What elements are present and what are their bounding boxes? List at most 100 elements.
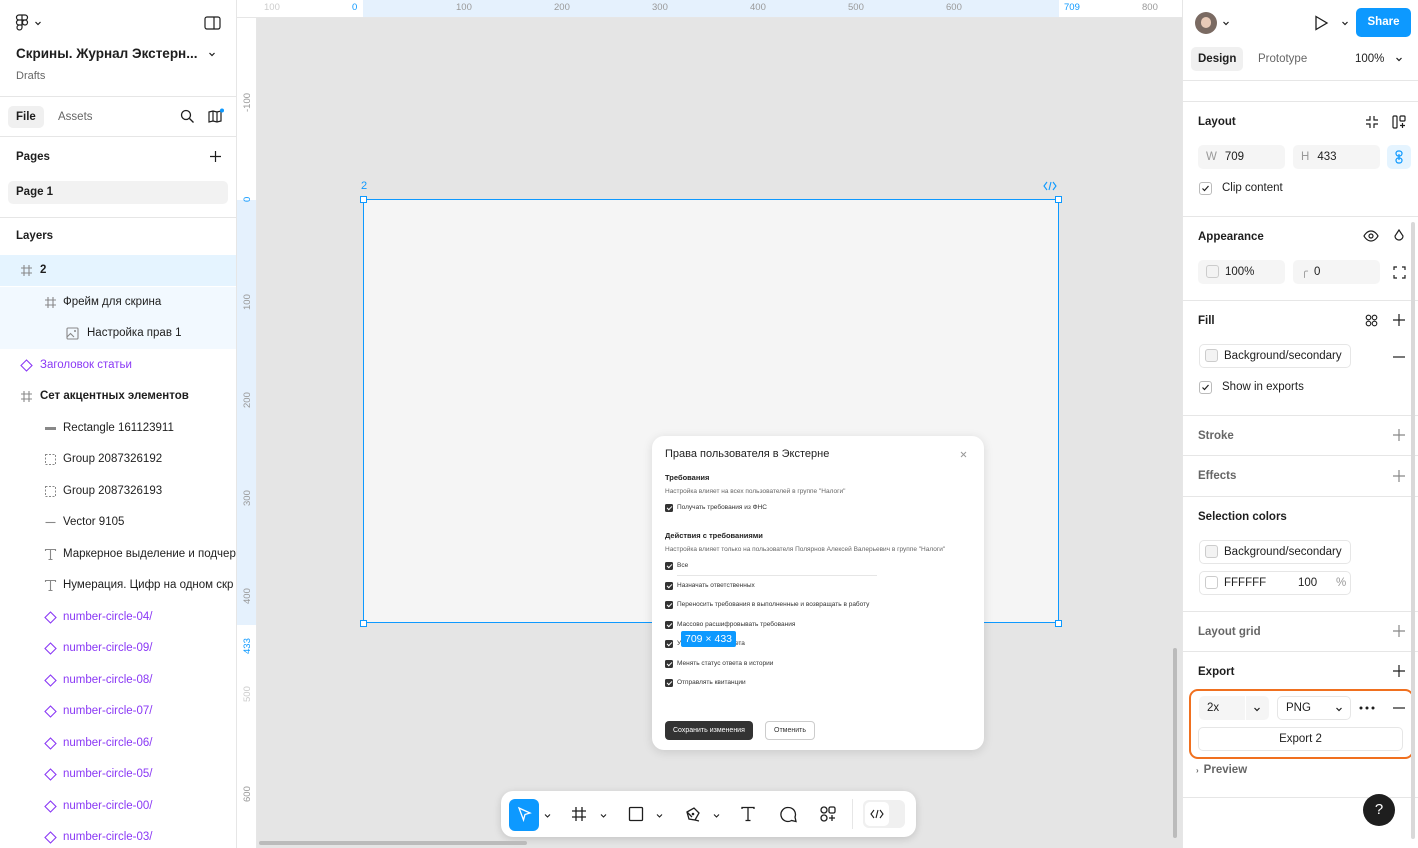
frame-tool-icon[interactable]	[571, 806, 587, 822]
zoom-level[interactable]: 100%	[1355, 47, 1384, 71]
fill-style-field[interactable]: Background/secondary	[1199, 344, 1351, 368]
layer-row[interactable]: Фрейм для скрина	[0, 286, 236, 318]
tab-file[interactable]: File	[8, 106, 44, 128]
tab-prototype[interactable]: Prototype	[1258, 47, 1307, 71]
close-icon[interactable]	[960, 451, 967, 458]
preview-toggle[interactable]: › Preview	[1196, 764, 1247, 776]
vertical-scrollbar[interactable]	[1173, 648, 1177, 838]
chevron-down-icon[interactable]	[713, 813, 720, 819]
checkbox[interactable]	[665, 640, 673, 648]
remove-fill-icon[interactable]	[1393, 356, 1405, 358]
checkbox[interactable]	[665, 562, 673, 570]
layer-row[interactable]: number-circle-05/	[0, 759, 236, 790]
remove-export-icon[interactable]	[1393, 707, 1405, 709]
checkbox[interactable]	[665, 601, 673, 609]
resize-handle[interactable]	[360, 620, 367, 627]
add-page-icon[interactable]	[209, 150, 222, 163]
checkbox[interactable]	[665, 620, 673, 629]
comment-tool-icon[interactable]	[780, 806, 797, 823]
avatar[interactable]	[1195, 12, 1217, 34]
layer-row[interactable]: Vector 9105	[0, 507, 236, 538]
canvas[interactable]: 2 Права пользователя в Экстерне Требован…	[257, 18, 1182, 848]
dialog-screenshot[interactable]: Права пользователя в Экстерне Требования…	[652, 436, 984, 750]
share-button[interactable]: Share	[1356, 8, 1411, 37]
more-options-icon[interactable]	[1359, 706, 1375, 710]
chevron-down-icon[interactable]	[1253, 705, 1261, 713]
layer-row[interactable]: Сет акцентных элементов	[0, 381, 236, 412]
layer-row[interactable]: Rectangle 161123911	[0, 413, 236, 444]
show-in-exports-checkbox[interactable]	[1199, 381, 1212, 394]
checkbox[interactable]	[665, 581, 673, 590]
checkbox[interactable]	[665, 659, 673, 668]
horizontal-scrollbar[interactable]	[259, 841, 527, 845]
chevron-down-icon[interactable]	[544, 813, 551, 819]
add-stroke-icon[interactable]	[1393, 429, 1405, 441]
checkbox[interactable]	[665, 504, 673, 512]
tab-design[interactable]: Design	[1191, 47, 1244, 71]
layer-row[interactable]: 2	[0, 255, 236, 286]
layer-row[interactable]: number-circle-00/	[0, 791, 236, 822]
main-menu-button[interactable]	[14, 14, 42, 32]
layer-row[interactable]: Group 2087326192	[0, 444, 236, 475]
chevron-down-icon[interactable]	[208, 50, 216, 58]
resize-handle[interactable]	[1055, 620, 1062, 627]
panel-scrollbar[interactable]	[1411, 222, 1415, 839]
tab-assets[interactable]: Assets	[50, 106, 101, 128]
layer-row[interactable]: number-circle-07/	[0, 696, 236, 727]
layer-row[interactable]: number-circle-09/	[0, 633, 236, 664]
layer-row[interactable]: Маркерное выделение и подчер	[0, 539, 236, 570]
cancel-button[interactable]: Отменить	[765, 721, 815, 740]
opacity-field[interactable]: 100%	[1198, 260, 1285, 284]
chevron-down-icon[interactable]	[1395, 55, 1403, 63]
corner-radius-field[interactable]: ╭ 0	[1293, 260, 1380, 284]
add-layout-grid-icon[interactable]	[1393, 625, 1405, 637]
play-icon[interactable]	[1314, 15, 1329, 31]
add-effect-icon[interactable]	[1393, 470, 1405, 482]
chevron-down-icon[interactable]	[1222, 19, 1230, 27]
save-button[interactable]: Сохранить изменения	[665, 721, 753, 740]
width-field[interactable]: W 709	[1198, 145, 1285, 169]
export-button[interactable]: Export 2	[1198, 727, 1403, 751]
styles-icon[interactable]	[1365, 314, 1378, 327]
eye-icon[interactable]	[1363, 230, 1379, 242]
resize-handle[interactable]	[360, 196, 367, 203]
dev-mode-toggle[interactable]	[863, 800, 905, 828]
move-tool-button[interactable]	[509, 799, 539, 831]
layer-row[interactable]: Group 2087326193	[0, 476, 236, 507]
layer-row[interactable]: Нумерация. Цифр на одном скр	[0, 570, 236, 601]
help-icon[interactable]: ?	[1363, 794, 1395, 826]
layer-row[interactable]: number-circle-06/	[0, 728, 236, 759]
layer-row[interactable]: number-circle-03/	[0, 822, 236, 848]
file-title[interactable]: Скрины. Журнал Экстерн...	[16, 46, 197, 61]
constrain-proportions-button[interactable]	[1387, 145, 1411, 169]
layer-row[interactable]: Заголовок статьи	[0, 350, 236, 381]
actions-icon[interactable]	[819, 805, 837, 823]
layer-row[interactable]: number-circle-04/	[0, 602, 236, 633]
clip-content-checkbox[interactable]	[1199, 182, 1212, 195]
blend-mode-icon[interactable]	[1393, 229, 1405, 243]
dev-mode-icon[interactable]	[1043, 181, 1057, 191]
resize-to-fit-icon[interactable]	[1365, 115, 1379, 129]
resize-handle[interactable]	[1055, 196, 1062, 203]
selection-color-style[interactable]: Background/secondary	[1199, 540, 1351, 564]
sidebar-toggle-icon[interactable]	[204, 16, 221, 30]
chevron-down-icon[interactable]	[600, 813, 607, 819]
layer-row[interactable]: number-circle-08/	[0, 665, 236, 696]
page-item-1[interactable]: Page 1	[8, 181, 228, 204]
selected-frame[interactable]: Права пользователя в Экстерне Требования…	[363, 199, 1059, 750]
add-export-icon[interactable]	[1393, 665, 1405, 677]
library-icon[interactable]	[207, 108, 225, 124]
rectangle-tool-icon[interactable]	[628, 806, 644, 822]
text-tool-icon[interactable]	[740, 806, 756, 822]
selection-color-hex[interactable]: FFFFFF 100%	[1199, 571, 1351, 595]
chevron-down-icon[interactable]	[656, 813, 663, 819]
expand-corners-icon[interactable]	[1393, 266, 1406, 279]
height-field[interactable]: H 433	[1293, 145, 1380, 169]
pen-tool-icon[interactable]	[684, 805, 702, 823]
search-icon[interactable]	[180, 109, 195, 124]
frame-name-label[interactable]: 2	[361, 180, 367, 192]
add-fill-icon[interactable]	[1393, 314, 1405, 326]
checkbox[interactable]	[665, 679, 673, 687]
chevron-down-icon[interactable]	[1341, 19, 1349, 27]
layer-row[interactable]: Настройка прав 1	[0, 318, 236, 349]
